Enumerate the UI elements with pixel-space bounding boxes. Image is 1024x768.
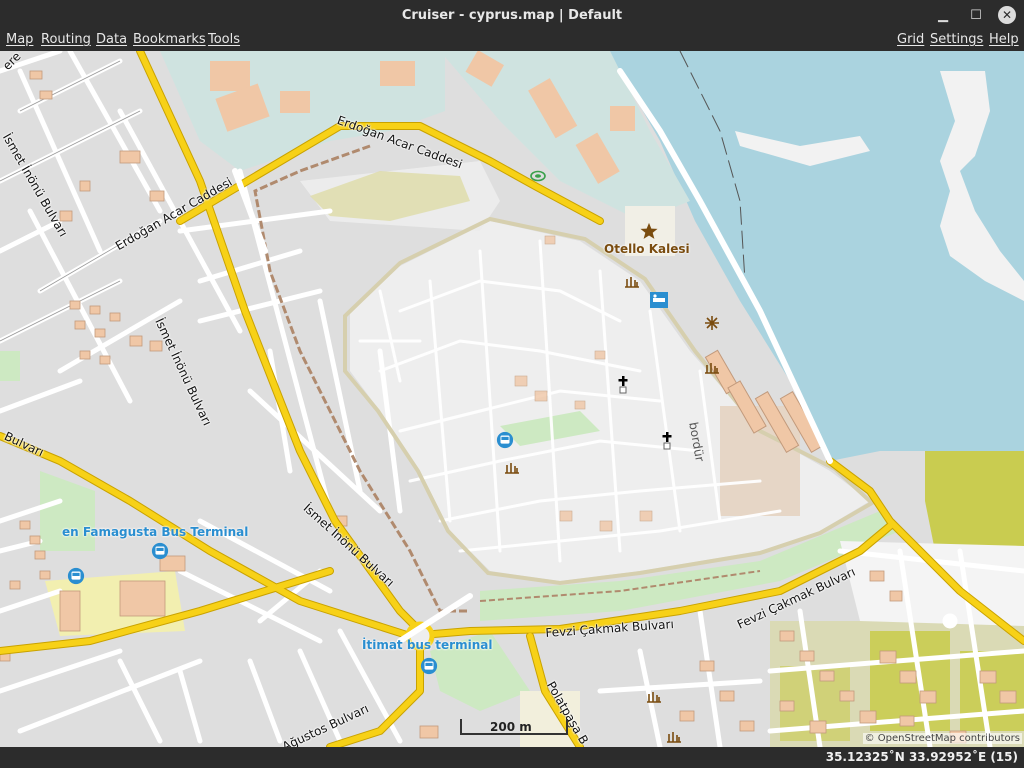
- attribution[interactable]: © OpenStreetMap contributors: [862, 733, 1022, 744]
- church-icon[interactable]: [660, 432, 674, 450]
- bus-stop-icon[interactable]: [151, 542, 169, 560]
- bus-stop-icon[interactable]: [420, 657, 438, 675]
- farm-area: [925, 451, 1024, 551]
- viewpoint-icon[interactable]: [704, 315, 720, 331]
- poi-label-castle: Otello Kalesi: [604, 242, 690, 256]
- ruins-icon[interactable]: [624, 276, 640, 288]
- title-bar: Cruiser - cyprus.map | Default: [0, 0, 1024, 30]
- scale-label: 200 m: [490, 720, 532, 734]
- church-icon[interactable]: [616, 376, 630, 394]
- ruins-icon[interactable]: [666, 731, 682, 743]
- bus-stop-icon[interactable]: [67, 567, 85, 585]
- maximize-icon[interactable]: ☐: [966, 5, 986, 25]
- map-view[interactable]: Erdoğan Acar Caddesi Erdoğan Acar Caddes…: [0, 51, 1024, 747]
- menu-tools[interactable]: Tools: [208, 32, 240, 47]
- map-canvas: [0, 51, 1024, 747]
- poi-label-bus-terminal-2: İtimat bus terminal: [362, 638, 493, 652]
- ruins-icon[interactable]: [646, 691, 662, 703]
- close-icon[interactable]: ✕: [998, 6, 1016, 24]
- minimize-icon[interactable]: ▁: [933, 5, 953, 25]
- menu-grid[interactable]: Grid: [897, 32, 924, 47]
- ruins-icon[interactable]: [504, 462, 520, 474]
- menu-bar: Map Routing Data Bookmarks Tools Grid Se…: [0, 30, 1024, 51]
- poi-label-bus-terminal-1: en Famagusta Bus Terminal: [62, 525, 249, 539]
- stadium-icon[interactable]: [530, 170, 546, 182]
- menu-bookmarks[interactable]: Bookmarks: [133, 32, 206, 47]
- menu-map[interactable]: Map: [6, 32, 33, 47]
- window-title: Cruiser - cyprus.map | Default: [401, 7, 623, 23]
- bus-stop-icon[interactable]: [496, 431, 514, 449]
- ruins-icon[interactable]: [704, 362, 720, 374]
- star-icon[interactable]: [640, 222, 658, 240]
- hotel-icon[interactable]: [650, 292, 668, 308]
- menu-data[interactable]: Data: [96, 32, 127, 47]
- status-bar: 35.12325˚N 33.92952˚E (15): [0, 747, 1024, 768]
- menu-routing[interactable]: Routing: [41, 32, 91, 47]
- coordinates-readout: 35.12325˚N 33.92952˚E (15): [825, 750, 1018, 764]
- menu-help[interactable]: Help: [989, 32, 1019, 47]
- menu-settings[interactable]: Settings: [930, 32, 983, 47]
